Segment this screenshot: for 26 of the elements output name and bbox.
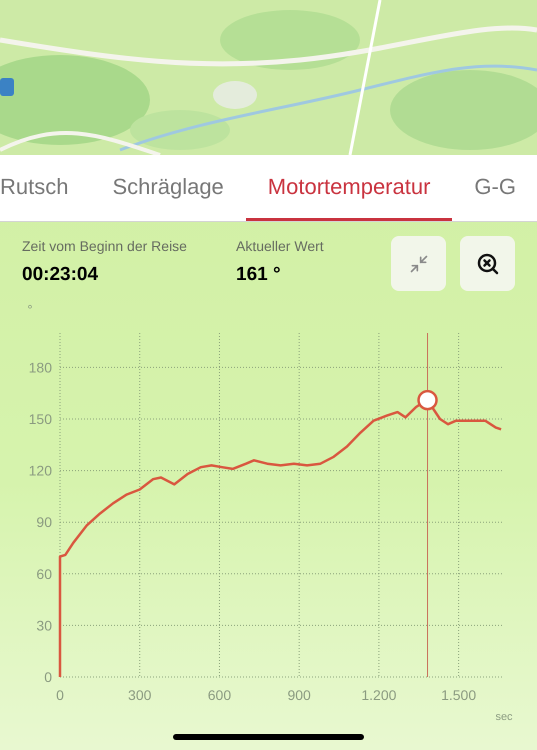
tab[interactable]: Schräglage <box>90 155 246 221</box>
current-label: Aktueller Wert <box>236 237 324 256</box>
axis-tick-label: 600 <box>208 687 232 703</box>
cursor-marker[interactable] <box>417 390 438 410</box>
elapsed-value: 00:23:04 <box>22 263 100 287</box>
zoom-reset-button[interactable] <box>460 236 515 291</box>
axis-tick-label: 90 <box>36 514 52 530</box>
tab[interactable]: G-G <box>452 155 537 221</box>
axis-tick-label: 0 <box>56 687 64 703</box>
axis-tick-label: 0 <box>44 669 52 685</box>
axis-tick-label: 180 <box>28 359 52 376</box>
axis-tick-label: 150 <box>28 411 52 427</box>
axis-tick-label: 30 <box>36 617 52 634</box>
collapse-icon <box>408 254 428 274</box>
axis-unit-label: ° <box>27 302 33 317</box>
axis-tick-label: 120 <box>28 462 52 479</box>
zoom-out-icon <box>476 252 500 276</box>
axis-tick-label: 1.200 <box>361 687 396 703</box>
current-value: 161 ° <box>236 263 282 287</box>
axis-tick-label: 300 <box>128 687 152 703</box>
axis-tick-label: 60 <box>36 566 52 582</box>
tab[interactable]: Rutsch <box>0 155 90 221</box>
axis-unit-label: sec <box>495 711 513 723</box>
axis-tick-label: 900 <box>288 687 311 703</box>
elapsed-label: Zeit vom Beginn der Reise <box>22 237 188 256</box>
axis-tick-label: 1.500 <box>441 687 476 703</box>
